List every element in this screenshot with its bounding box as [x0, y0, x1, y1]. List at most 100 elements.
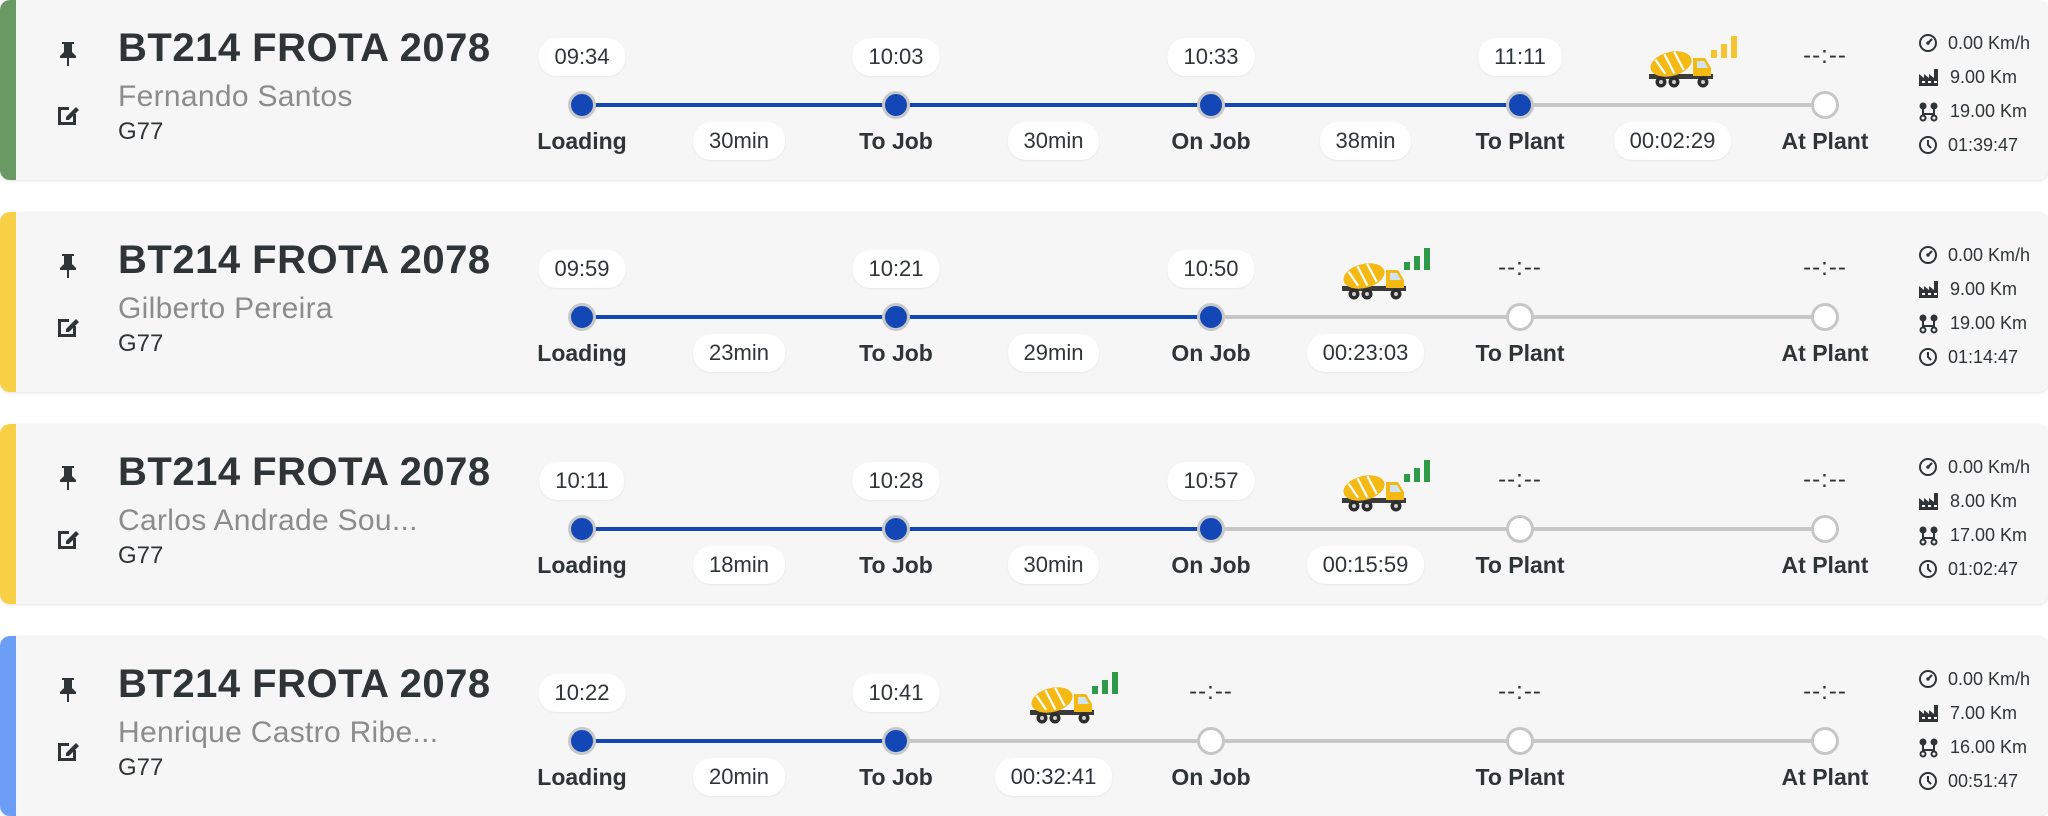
stage-label-on-job: On Job — [1171, 552, 1251, 578]
speedometer-icon — [1918, 669, 1948, 689]
timeline-segment — [1211, 315, 1520, 319]
stage-label-at-plant: At Plant — [1781, 128, 1869, 154]
stat-value: 01:02:47 — [1948, 558, 2019, 579]
timeline-segment — [582, 315, 896, 319]
speedometer-icon — [1918, 245, 1948, 265]
timeline-segment — [1520, 315, 1825, 319]
stage-node-to-plant — [1506, 91, 1534, 119]
factory-icon — [1918, 279, 1950, 299]
stage-time-at-plant: --:-- — [1803, 254, 1847, 281]
stage-label-at-plant: At Plant — [1781, 340, 1869, 366]
stat-route-distance: 19.00 Km — [1918, 306, 2030, 340]
truck-title: BT214 FROTA 2078 — [118, 26, 491, 70]
timeline-segment — [1211, 103, 1520, 107]
stage-label-to-job: To Job — [859, 340, 933, 366]
stage-label-to-job: To Job — [859, 764, 933, 790]
stage-node-at-plant — [1811, 727, 1839, 755]
timeline-segment — [1520, 739, 1825, 743]
driver-name: Henrique Castro Ribe... — [118, 716, 439, 749]
stage-duration: 29min — [1007, 334, 1100, 372]
edit-icon[interactable] — [52, 735, 84, 767]
truck-title: BT214 FROTA 2078 — [118, 450, 491, 494]
stage-label-at-plant: At Plant — [1781, 764, 1869, 790]
stage-label-to-plant: To Plant — [1475, 128, 1565, 154]
factory-icon — [1918, 67, 1950, 87]
edit-icon[interactable] — [52, 311, 84, 343]
stage-node-to-job — [882, 303, 910, 331]
stat-speed: 0.00 Km/h — [1918, 662, 2030, 696]
concrete-mixer-truck-icon — [1340, 466, 1412, 514]
stage-node-on-job — [1197, 727, 1225, 755]
stat-elapsed: 01:02:47 — [1918, 552, 2030, 586]
stat-value: 00:51:47 — [1948, 770, 2019, 791]
stage-time-on-job: --:-- — [1189, 678, 1233, 705]
stage-duration: 23min — [693, 334, 785, 372]
timeline-segment — [582, 527, 896, 531]
stage-node-on-job — [1197, 91, 1225, 119]
timeline-segment — [1520, 103, 1825, 107]
elapsed-counter: 00:23:03 — [1306, 334, 1425, 372]
stage-label-loading: Loading — [537, 764, 627, 790]
status-stripe — [0, 424, 16, 604]
factory-icon — [1918, 703, 1950, 723]
stat-speed: 0.00 Km/h — [1918, 238, 2030, 272]
edit-icon[interactable] — [52, 523, 84, 555]
trip-row[interactable]: BT214 FROTA 2078 Carlos Andrade Sou... G77… — [0, 424, 2048, 604]
stat-elapsed: 00:51:47 — [1918, 764, 2030, 798]
stage-duration: 20min — [693, 758, 785, 796]
status-stripe — [0, 212, 16, 392]
pin-icon[interactable] — [52, 250, 84, 282]
timeline-segment — [1520, 527, 1825, 531]
elapsed-counter: 00:32:41 — [994, 758, 1113, 796]
stat-route-distance: 19.00 Km — [1918, 94, 2030, 128]
stage-time-to-plant: --:-- — [1498, 254, 1542, 281]
clock-icon — [1918, 771, 1948, 791]
stat-value: 01:14:47 — [1948, 346, 2019, 367]
pin-icon[interactable] — [52, 38, 84, 70]
speedometer-icon — [1918, 33, 1948, 53]
timeline-segment — [1211, 527, 1520, 531]
clock-icon — [1918, 559, 1948, 579]
stat-value: 9.00 Km — [1950, 66, 2018, 87]
speedometer-icon — [1918, 457, 1948, 477]
clock-icon — [1918, 347, 1948, 367]
driver-name: Gilberto Pereira — [118, 292, 333, 325]
route-icon — [1918, 524, 1950, 546]
stage-time-on-job: 10:33 — [1167, 38, 1255, 76]
timeline-segment — [896, 739, 1211, 743]
stat-value: 8.00 Km — [1950, 490, 2018, 511]
stage-label-to-plant: To Plant — [1475, 340, 1565, 366]
stage-time-at-plant: --:-- — [1803, 678, 1847, 705]
edit-icon[interactable] — [52, 99, 84, 131]
stage-label-at-plant: At Plant — [1781, 552, 1869, 578]
stage-time-loading: 10:22 — [538, 674, 626, 712]
stage-time-at-plant: --:-- — [1803, 42, 1847, 69]
stat-plant-distance: 8.00 Km — [1918, 484, 2030, 518]
stat-elapsed: 01:14:47 — [1918, 340, 2030, 374]
stat-value: 0.00 Km/h — [1948, 668, 2031, 689]
stat-plant-distance: 9.00 Km — [1918, 60, 2030, 94]
stage-time-loading: 09:34 — [538, 38, 626, 76]
stage-time-to-job: 10:03 — [852, 38, 940, 76]
stage-time-at-plant: --:-- — [1803, 466, 1847, 493]
trip-row[interactable]: BT214 FROTA 2078 Gilberto Pereira G77 09:59… — [0, 212, 2048, 392]
stat-elapsed: 01:39:47 — [1918, 128, 2030, 162]
stat-value: 19.00 Km — [1950, 100, 2028, 121]
stage-time-to-plant: --:-- — [1498, 678, 1542, 705]
signal-strength-icon — [1091, 672, 1118, 694]
stage-label-to-plant: To Plant — [1475, 764, 1565, 790]
trip-row[interactable]: BT214 FROTA 2078 Henrique Castro Ribe... G… — [0, 636, 2048, 816]
elapsed-counter: 00:02:29 — [1613, 122, 1732, 160]
pin-icon[interactable] — [52, 462, 84, 494]
stage-duration: 30min — [1007, 546, 1100, 584]
stage-node-loading — [568, 515, 596, 543]
trip-row[interactable]: BT214 FROTA 2078 Fernando Santos G77 09:34 L… — [0, 0, 2048, 180]
stage-node-at-plant — [1811, 515, 1839, 543]
stage-node-loading — [568, 303, 596, 331]
factory-icon — [1918, 491, 1950, 511]
route-icon — [1918, 736, 1950, 758]
truck-title: BT214 FROTA 2078 — [118, 238, 491, 282]
stage-node-on-job — [1197, 303, 1225, 331]
concrete-mixer-truck-icon — [1647, 42, 1719, 90]
pin-icon[interactable] — [52, 674, 84, 706]
